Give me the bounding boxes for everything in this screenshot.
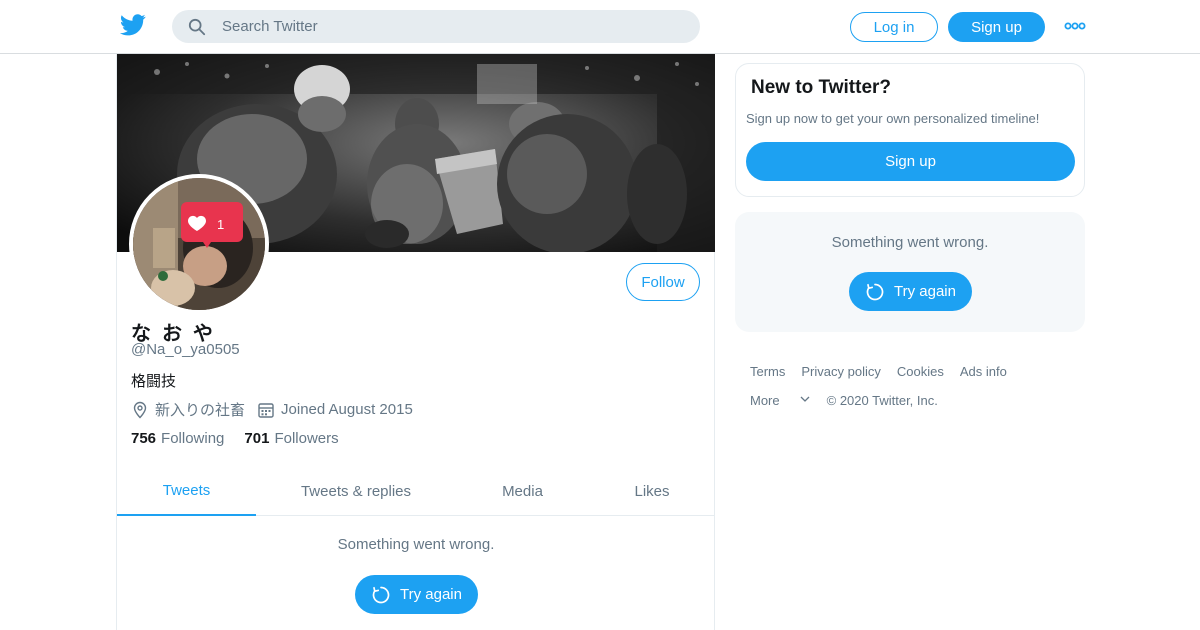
footer-link-privacy[interactable]: Privacy policy: [801, 364, 880, 379]
follow-button[interactable]: Follow: [626, 263, 700, 301]
login-button[interactable]: Log in: [850, 12, 938, 42]
new-to-twitter-card: New to Twitter? Sign up now to get your …: [735, 63, 1085, 197]
sidebar-error-message: Something went wrong.: [831, 234, 989, 251]
profile-tabs: Tweets Tweets & replies Media Likes: [117, 466, 715, 516]
profile-counts: 756 Following 701 Followers: [131, 430, 359, 447]
tab-media[interactable]: Media: [456, 466, 589, 516]
followers-label[interactable]: Followers: [274, 430, 338, 447]
profile-meta: 新入りの社畜 Joined August 2015: [131, 399, 413, 420]
svg-text:1: 1: [217, 217, 224, 232]
new-to-twitter-subtitle: Sign up now to get your own personalized…: [746, 111, 1040, 126]
sidebar-try-again-label: Try again: [894, 283, 956, 300]
tab-tweets-replies[interactable]: Tweets & replies: [256, 466, 456, 516]
location-icon: [133, 401, 147, 418]
profile-column: 1 Follow な お や @Na_o_ya0505 格闘技 新入りの社畜 J…: [116, 54, 715, 630]
tab-tweets[interactable]: Tweets: [117, 466, 256, 516]
profile-location: 新入りの社畜: [155, 401, 246, 419]
sidebar-signup-button[interactable]: Sign up: [746, 142, 1075, 181]
following-label[interactable]: Following: [161, 430, 224, 447]
top-bar: Log in Sign up: [0, 0, 1200, 54]
profile-handle[interactable]: @Na_o_ya0505: [131, 341, 240, 358]
chevron-down-icon[interactable]: [799, 393, 811, 405]
sidebar-try-again-button[interactable]: Try again: [849, 272, 972, 311]
footer-copyright: © 2020 Twitter, Inc.: [826, 393, 938, 408]
sidebar-error-card: Something went wrong. Try again: [735, 212, 1085, 332]
refresh-icon: [866, 283, 884, 300]
profile-avatar[interactable]: 1: [129, 174, 269, 314]
footer-more-link[interactable]: More: [750, 393, 796, 408]
profile-joined-date: Joined August 2015: [281, 401, 413, 418]
profile-bio: 格闘技: [131, 372, 177, 390]
tab-likes[interactable]: Likes: [589, 466, 715, 516]
footer-link-cookies[interactable]: Cookies: [897, 364, 944, 379]
more-dots-icon[interactable]: [1064, 20, 1086, 32]
footer-link-ads-info[interactable]: Ads info: [960, 364, 1007, 379]
search-icon: [188, 18, 206, 36]
search-bar[interactable]: [172, 10, 700, 43]
footer-links: Terms Privacy policy Cookies Ads info Mo…: [750, 364, 1080, 422]
timeline-try-again-label: Try again: [400, 586, 462, 603]
followers-count[interactable]: 701: [244, 430, 269, 447]
timeline-try-again-button[interactable]: Try again: [355, 575, 478, 614]
refresh-icon: [372, 586, 390, 603]
footer-link-terms[interactable]: Terms: [750, 364, 785, 379]
timeline-error-message: Something went wrong.: [337, 536, 495, 553]
search-input[interactable]: [222, 10, 682, 43]
avatar-image: 1: [133, 178, 265, 310]
signup-button[interactable]: Sign up: [948, 12, 1045, 42]
twitter-bird-icon[interactable]: [120, 14, 146, 36]
calendar-icon: [258, 402, 274, 418]
following-count[interactable]: 756: [131, 430, 156, 447]
footer-more-label: More: [750, 393, 780, 408]
new-to-twitter-title: New to Twitter?: [751, 77, 892, 98]
